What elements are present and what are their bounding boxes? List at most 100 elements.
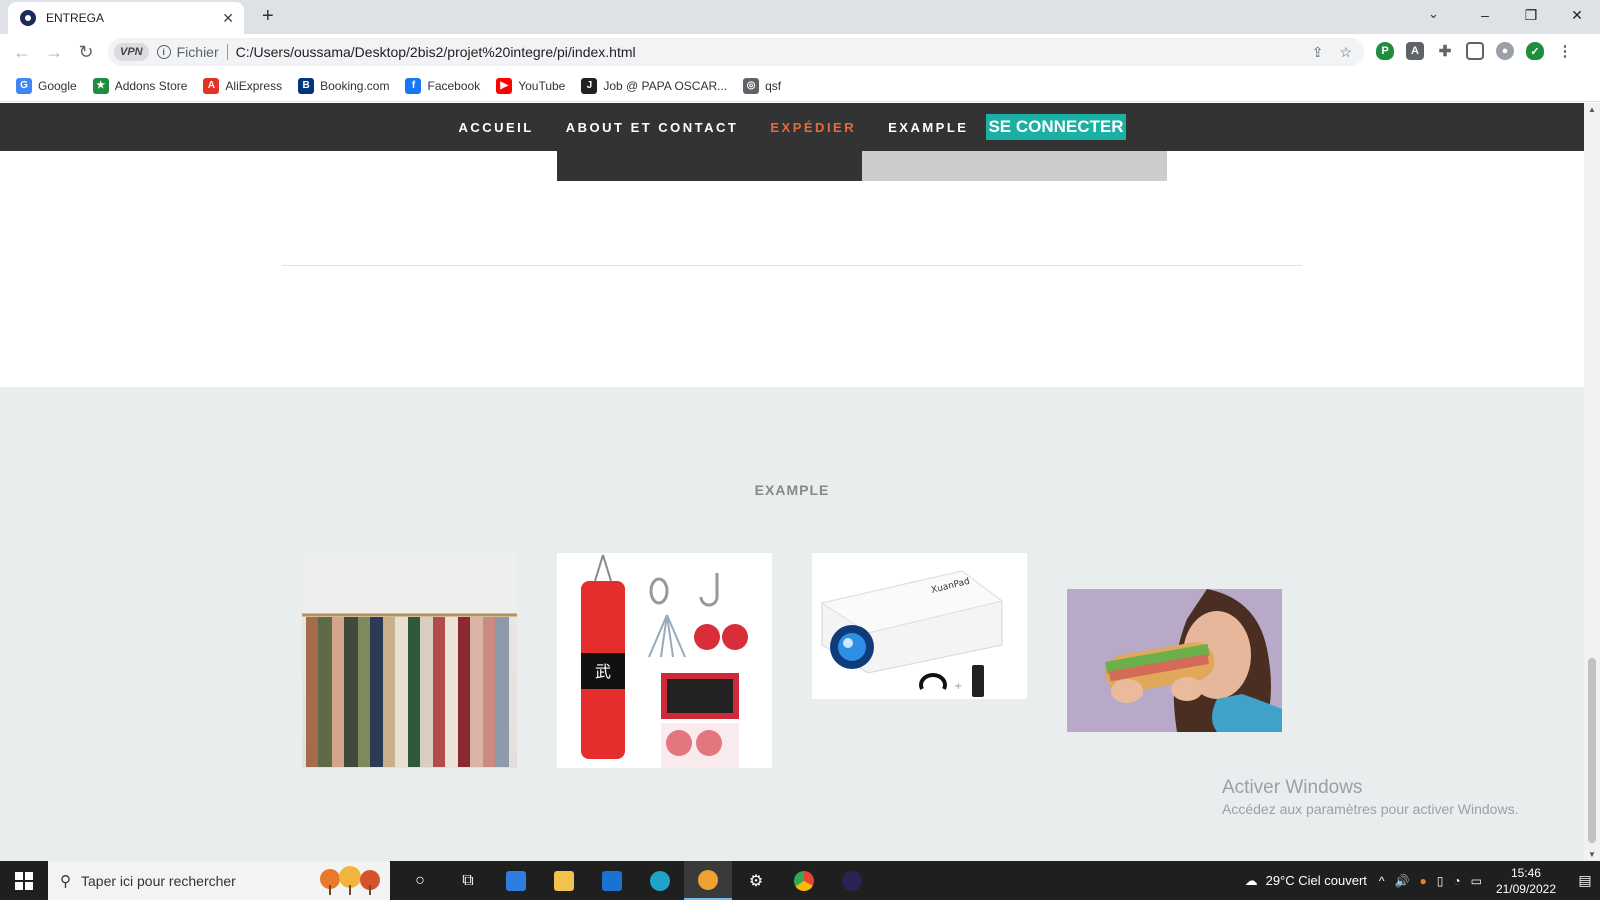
- minimize-button[interactable]: –: [1462, 0, 1508, 30]
- section-divider: [282, 265, 1302, 266]
- youtube-icon: ▶: [496, 77, 513, 94]
- connect-button[interactable]: SE CONNECTER: [986, 114, 1126, 140]
- store-icon[interactable]: [492, 861, 540, 900]
- bookmark-item[interactable]: f Facebook: [405, 77, 481, 94]
- bookmark-item[interactable]: ★ Addons Store: [92, 77, 188, 94]
- close-tab-icon[interactable]: ✕: [222, 10, 234, 27]
- reload-icon[interactable]: ↻: [70, 36, 102, 68]
- window-controls: – ❐ ✕: [1462, 0, 1600, 30]
- scroll-up-arrow-icon[interactable]: ▲: [1588, 105, 1596, 114]
- browser-tab[interactable]: ENTREGA ✕: [8, 2, 244, 34]
- a-extension-icon[interactable]: A: [1406, 42, 1424, 60]
- task-view-icon[interactable]: ⧉: [444, 861, 492, 900]
- puzzle-extensions-icon[interactable]: ✚: [1436, 42, 1454, 60]
- profile-avatar-icon[interactable]: ●: [1496, 42, 1514, 60]
- scroll-thumb[interactable]: [1588, 658, 1596, 843]
- clock-date: 21/09/2022: [1495, 881, 1556, 896]
- menu-kebab-icon[interactable]: ⋮: [1556, 42, 1574, 60]
- woman-eating-sandwich-image[interactable]: [1067, 589, 1282, 732]
- show-hidden-icons-icon[interactable]: ^: [1379, 874, 1385, 888]
- bookmark-item[interactable]: ◎ qsf: [743, 77, 782, 94]
- maximize-button[interactable]: ❐: [1508, 0, 1554, 30]
- tab-title: ENTREGA: [46, 11, 105, 25]
- notifications-icon[interactable]: ▤: [1570, 872, 1600, 889]
- bookmark-item[interactable]: A AliExpress: [203, 77, 283, 94]
- activate-windows-watermark: Activer Windows Accédez aux paramètres p…: [1222, 777, 1518, 817]
- extension-icons: P A ✚ ● ✓ ⋮: [1376, 42, 1574, 60]
- clock-time: 15:46: [1510, 865, 1541, 880]
- check-shield-icon[interactable]: ✓: [1526, 42, 1544, 60]
- settings-gear-icon[interactable]: ⚙: [732, 861, 780, 900]
- taskbar-clock[interactable]: 15:46 21/09/2022: [1496, 865, 1556, 897]
- bookmark-star-icon[interactable]: ☆: [1339, 44, 1352, 61]
- bookmark-label: YouTube: [518, 78, 566, 93]
- taskbar-search[interactable]: ⚲ Taper ici pour rechercher: [48, 861, 390, 900]
- forward-arrow-icon[interactable]: →: [38, 36, 70, 68]
- chrome-icon[interactable]: [780, 861, 828, 900]
- file-explorer-icon[interactable]: [540, 861, 588, 900]
- aliexpress-icon: A: [203, 77, 220, 94]
- bookmark-item[interactable]: J Job @ PAPA OSCAR...: [581, 77, 727, 94]
- projector-image[interactable]: XuanPad +: [812, 553, 1027, 699]
- bookmark-item[interactable]: ▶ YouTube: [496, 77, 566, 94]
- search-placeholder: Taper ici pour rechercher: [81, 872, 236, 889]
- nav-expedier[interactable]: EXPÉDIER: [770, 120, 856, 135]
- edge-icon[interactable]: [636, 861, 684, 900]
- url-text[interactable]: C:/Users/oussama/Desktop/2bis2/projet%20…: [236, 44, 636, 60]
- nav-example[interactable]: EXAMPLE: [888, 120, 968, 135]
- cloud-icon: ☁: [1244, 872, 1258, 888]
- address-bar[interactable]: VPN i Fichier C:/Users/oussama/Desktop/2…: [108, 38, 1364, 66]
- cortana-circle-icon[interactable]: ○: [396, 861, 444, 900]
- globe-favicon-icon: [20, 10, 36, 26]
- watermark-title: Activer Windows: [1222, 777, 1363, 798]
- browser-toolbar: ← → ↻ VPN i Fichier C:/Users/oussama/Des…: [0, 34, 1600, 70]
- bookmark-label: Booking.com: [320, 78, 390, 93]
- avast-icon[interactable]: ●: [1419, 874, 1426, 888]
- clothes-rack-image[interactable]: [302, 553, 517, 768]
- scheme-label: Fichier: [176, 44, 219, 60]
- weather-text: 29°C Ciel couvert: [1265, 873, 1367, 888]
- new-tab-button[interactable]: +: [262, 5, 274, 28]
- bookmarks-bar: G Google ★ Addons Store A AliExpress B Booking.…: [0, 70, 1600, 102]
- nav-about-contact[interactable]: ABOUT ET CONTACT: [566, 120, 739, 135]
- vpn-badge[interactable]: VPN: [114, 43, 149, 61]
- svg-text:武: 武: [595, 662, 611, 681]
- bookmark-label: Google: [38, 78, 77, 93]
- share-icon[interactable]: ⇪: [1312, 44, 1324, 61]
- volume-icon[interactable]: 🔊: [1395, 874, 1410, 888]
- shield-extension-icon[interactable]: P: [1376, 42, 1394, 60]
- page-scrollbar[interactable]: ▲ ▼: [1584, 103, 1600, 861]
- device-icon[interactable]: ▯: [1437, 874, 1444, 888]
- scroll-down-arrow-icon[interactable]: ▼: [1588, 850, 1596, 859]
- taskbar-apps: ○ ⧉ ⚙: [396, 861, 876, 900]
- tray-icons: ^ 🔊 ● ▯ ◔ ▭: [1379, 874, 1482, 888]
- info-icon[interactable]: i: [156, 45, 171, 59]
- punching-bag-kit-image[interactable]: 武: [557, 553, 772, 768]
- battery-icon[interactable]: ▭: [1471, 874, 1482, 888]
- side-panel-icon[interactable]: [1466, 42, 1484, 60]
- brave-vpn-browser-icon[interactable]: [684, 861, 732, 900]
- bookmark-label: AliExpress: [225, 78, 283, 93]
- back-arrow-icon[interactable]: ←: [6, 36, 38, 68]
- omnibox-divider: [226, 44, 228, 60]
- close-window-button[interactable]: ✕: [1554, 0, 1600, 30]
- tab-search-chevron-icon[interactable]: ⌄: [1428, 6, 1439, 22]
- bookmark-item[interactable]: B Booking.com: [298, 77, 390, 94]
- omnibox-actions: ⇪ ☆: [1312, 44, 1352, 61]
- bookmark-label: Facebook: [427, 78, 481, 93]
- eclipse-icon[interactable]: [828, 861, 876, 900]
- page-viewport: ACCUEIL ABOUT ET CONTACT EXPÉDIER EXAMPL…: [0, 103, 1584, 861]
- weather-widget[interactable]: ☁ 29°C Ciel couvert: [1245, 873, 1367, 889]
- svg-text:+: +: [954, 681, 962, 692]
- bookmark-label: Addons Store: [114, 78, 188, 93]
- bookmark-item[interactable]: G Google: [16, 77, 77, 94]
- mail-icon[interactable]: [588, 861, 636, 900]
- job-icon: J: [581, 77, 598, 94]
- bookmark-label: qsf: [765, 78, 782, 93]
- facebook-icon: f: [405, 77, 422, 94]
- globe-icon: ◎: [743, 77, 760, 94]
- start-button[interactable]: [0, 861, 48, 900]
- nav-accueil[interactable]: ACCUEIL: [458, 120, 533, 135]
- watermark-subtitle: Accédez aux paramètres pour activer Wind…: [1222, 801, 1519, 817]
- wifi-icon[interactable]: ◔: [1453, 874, 1460, 888]
